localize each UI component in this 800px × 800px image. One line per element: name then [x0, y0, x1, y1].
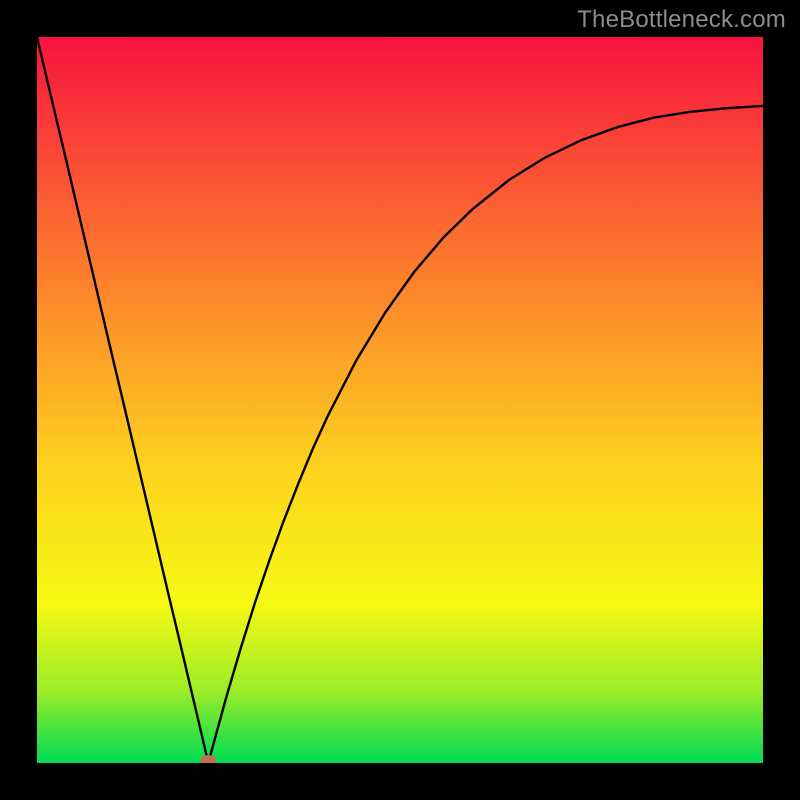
plot-area	[37, 37, 763, 763]
gradient-background	[37, 37, 763, 763]
plot-svg	[37, 37, 763, 763]
watermark-text: TheBottleneck.com	[577, 6, 786, 34]
chart-frame: TheBottleneck.com	[0, 0, 800, 800]
